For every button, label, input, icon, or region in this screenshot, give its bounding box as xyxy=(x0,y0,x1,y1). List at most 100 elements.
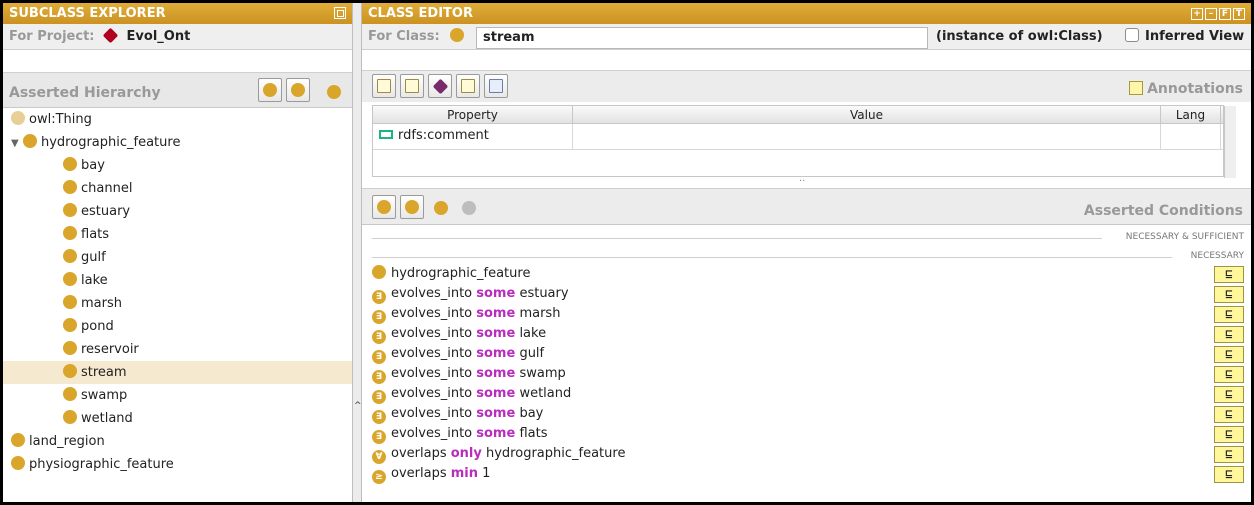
add-datatype-annotation-button[interactable] xyxy=(400,74,424,98)
delete-annotation-button[interactable] xyxy=(456,74,480,98)
condition-row[interactable]: hydrographic_feature ⊑ xyxy=(372,265,1244,283)
class-icon xyxy=(63,318,77,332)
subclass-of-button[interactable]: ⊑ xyxy=(1214,266,1244,283)
condition-row[interactable]: ∃ evolves_into some estuary ⊑ xyxy=(372,285,1244,304)
panel-splitter[interactable]: ^ xyxy=(352,3,362,502)
subclass-of-button[interactable]: ⊑ xyxy=(1214,306,1244,323)
some-restriction-icon: ∃ xyxy=(372,410,386,424)
section-divider xyxy=(372,257,1172,258)
annotations-scrollbar[interactable] xyxy=(1224,106,1236,178)
condition-text: swamp xyxy=(515,366,566,381)
condition-keyword: some xyxy=(476,286,516,301)
class-name-field[interactable]: stream xyxy=(476,27,928,49)
class-hierarchy-tree: owl:Thing ▼ hydrographic_feature bay channel… xyxy=(3,108,352,476)
tree-item-wetland[interactable]: wetland xyxy=(3,407,352,430)
column-header-property[interactable]: Property xyxy=(373,106,573,123)
subclass-of-button[interactable]: ⊑ xyxy=(1214,286,1244,303)
new-document-icon xyxy=(377,79,391,93)
instance-of-text: (instance of owl:Class) xyxy=(936,29,1103,44)
show-annotation-button[interactable] xyxy=(484,74,508,98)
condition-text: marsh xyxy=(515,306,561,321)
expand-triangle-icon[interactable]: ▼ xyxy=(11,132,23,155)
subclass-of-button[interactable]: ⊑ xyxy=(1214,386,1244,403)
tree-item-estuary[interactable]: estuary xyxy=(3,200,352,223)
condition-keyword: some xyxy=(476,406,516,421)
tree-item-pond[interactable]: pond xyxy=(3,315,352,338)
add-annotation-button[interactable] xyxy=(372,74,396,98)
tree-item-channel[interactable]: channel xyxy=(3,177,352,200)
value-cell[interactable] xyxy=(573,124,1161,149)
tree-item-owl-thing[interactable]: owl:Thing xyxy=(3,108,352,131)
lang-cell[interactable] xyxy=(1161,124,1221,149)
condition-text: evolves_into xyxy=(391,306,477,321)
tree-item-stream[interactable]: stream xyxy=(3,361,352,384)
tree-item-swamp[interactable]: swamp xyxy=(3,384,352,407)
condition-row[interactable]: ∃ evolves_into some swamp ⊑ xyxy=(372,365,1244,384)
inferred-view-checkbox[interactable] xyxy=(1125,28,1139,42)
condition-row[interactable]: ≥ overlaps min 1 ⊑ xyxy=(372,465,1244,484)
tree-item-land-region[interactable]: land_region xyxy=(3,430,352,453)
create-subclass-button[interactable] xyxy=(258,78,282,102)
tree-item-hydrographic-feature[interactable]: ▼ hydrographic_feature xyxy=(3,131,352,154)
column-header-value[interactable]: Value xyxy=(573,106,1161,123)
subclass-of-button[interactable]: ⊑ xyxy=(1214,426,1244,443)
annotations-toolbar: Annotations xyxy=(362,70,1251,102)
subclass-of-button[interactable]: ⊑ xyxy=(1214,446,1244,463)
condition-row[interactable]: ∀ overlaps only hydrographic_feature ⊑ xyxy=(372,445,1244,464)
minimize-icon[interactable]: – xyxy=(1205,8,1217,20)
condition-keyword: some xyxy=(476,346,516,361)
project-icon xyxy=(102,27,119,44)
condition-row[interactable]: ∃ evolves_into some bay ⊑ xyxy=(372,405,1244,424)
subclass-of-button[interactable]: ⊑ xyxy=(1214,326,1244,343)
property-cell[interactable]: rdfs:comment xyxy=(373,124,573,149)
column-header-lang[interactable]: Lang xyxy=(1161,106,1221,123)
class-icon xyxy=(63,341,77,355)
tree-item-lake[interactable]: lake xyxy=(3,269,352,292)
maximize-icon[interactable] xyxy=(334,7,346,19)
subclass-of-button[interactable]: ⊑ xyxy=(1214,406,1244,423)
condition-row[interactable]: ∃ evolves_into some wetland ⊑ xyxy=(372,385,1244,404)
add-named-class-button[interactable] xyxy=(430,197,454,221)
tree-item-reservoir[interactable]: reservoir xyxy=(3,338,352,361)
create-restriction-button[interactable] xyxy=(372,195,396,219)
class-icon xyxy=(63,364,77,378)
class-icon xyxy=(63,157,77,171)
splitter-dots[interactable]: ·· xyxy=(799,176,805,187)
tree-item-marsh[interactable]: marsh xyxy=(3,292,352,315)
subclass-of-button[interactable]: ⊑ xyxy=(1214,466,1244,483)
tree-item-physiographic-feature[interactable]: physiographic_feature xyxy=(3,453,352,476)
table-row[interactable]: rdfs:comment xyxy=(373,124,1223,150)
annotations-label: Annotations xyxy=(1147,81,1243,97)
tree-item-gulf[interactable]: gulf xyxy=(3,246,352,269)
delete-class-button[interactable] xyxy=(323,81,347,105)
tree-item-bay[interactable]: bay xyxy=(3,154,352,177)
create-sibling-class-button[interactable] xyxy=(286,78,310,102)
condition-row[interactable]: ∃ evolves_into some gulf ⊑ xyxy=(372,345,1244,364)
remove-condition-button[interactable] xyxy=(458,197,482,221)
tree-item-flats[interactable]: flats xyxy=(3,223,352,246)
condition-row[interactable]: ∃ evolves_into some flats ⊑ xyxy=(372,425,1244,444)
condition-text: evolves_into xyxy=(391,286,477,301)
frame-icon[interactable]: F xyxy=(1219,8,1231,20)
tree-item-label: pond xyxy=(81,319,114,334)
tree-item-label: stream xyxy=(81,365,127,380)
class-icon xyxy=(63,387,77,401)
asserted-conditions-title: Asserted Conditions xyxy=(1083,203,1243,219)
collapse-caret-icon[interactable]: ^ xyxy=(354,401,362,411)
class-icon xyxy=(11,456,25,470)
property-diamond-icon xyxy=(432,78,449,95)
add-property-button[interactable] xyxy=(428,74,452,98)
condition-text: hydrographic_feature xyxy=(391,266,531,281)
inferred-view-toggle[interactable]: Inferred View xyxy=(1125,24,1244,50)
condition-text: wetland xyxy=(515,386,572,401)
text-icon[interactable]: T xyxy=(1233,8,1245,20)
remove-condition-icon xyxy=(462,201,476,215)
add-icon[interactable]: + xyxy=(1191,8,1203,20)
create-expression-button[interactable] xyxy=(400,195,424,219)
subclass-of-button[interactable]: ⊑ xyxy=(1214,366,1244,383)
some-restriction-icon: ∃ xyxy=(372,290,386,304)
section-divider xyxy=(372,238,1102,239)
subclass-of-button[interactable]: ⊑ xyxy=(1214,346,1244,363)
condition-row[interactable]: ∃ evolves_into some lake ⊑ xyxy=(372,325,1244,344)
condition-row[interactable]: ∃ evolves_into some marsh ⊑ xyxy=(372,305,1244,324)
